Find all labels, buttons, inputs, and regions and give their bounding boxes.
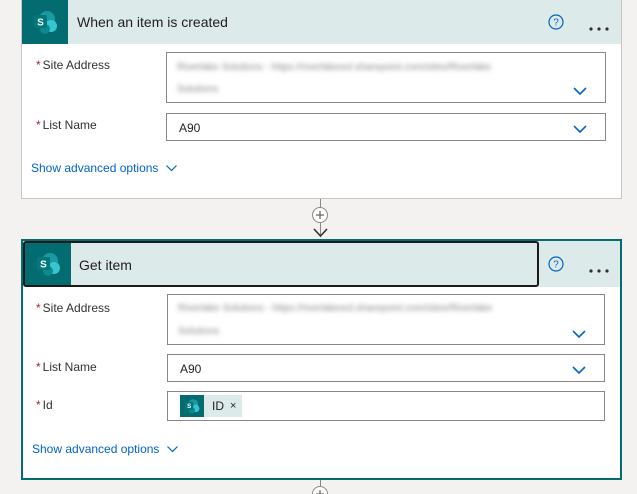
- site-address-value-line1: Riverlake Solutions - https://riverlakes…: [178, 303, 493, 314]
- chevron-down-icon: [167, 445, 179, 452]
- chevron-down-icon[interactable]: [572, 328, 586, 339]
- required-marker: *: [36, 360, 41, 374]
- required-marker: *: [36, 58, 41, 72]
- get-item-card-header[interactable]: S Get item ?: [23, 241, 620, 287]
- chevron-down-icon: [166, 164, 178, 171]
- required-marker: *: [36, 301, 41, 315]
- chevron-down-icon[interactable]: [573, 123, 587, 134]
- chevron-down-icon[interactable]: [573, 85, 587, 96]
- plus-icon[interactable]: [312, 207, 328, 223]
- sharepoint-icon: S: [180, 395, 204, 417]
- site-address-label: * Site Address: [36, 301, 111, 315]
- id-input[interactable]: S ID ×: [167, 391, 605, 421]
- more-ellipsis-icon[interactable]: [588, 261, 610, 273]
- connector-arrow-icon: [313, 228, 328, 238]
- list-name-value: A90: [179, 121, 201, 135]
- trigger-card: S When an item is created ? * Site Addre…: [21, 0, 622, 199]
- sharepoint-icon: S: [25, 243, 71, 285]
- plus-icon[interactable]: [312, 486, 328, 494]
- svg-text:?: ?: [553, 260, 559, 271]
- site-address-value-line2: Solutions: [178, 326, 220, 337]
- get-item-card: S Get item ? * Site Address Riverlake So…: [21, 239, 622, 480]
- site-address-dropdown[interactable]: Riverlake Solutions - https://riverlakes…: [167, 294, 605, 345]
- list-name-label: * List Name: [36, 118, 97, 132]
- connector-line-top: [320, 199, 321, 207]
- list-name-value: A90: [180, 362, 202, 376]
- help-circle-icon[interactable]: ?: [548, 256, 564, 272]
- svg-text:S: S: [187, 403, 191, 410]
- sharepoint-icon: S: [22, 0, 68, 44]
- trigger-card-header[interactable]: S When an item is created ?: [22, 0, 621, 44]
- show-advanced-options-link[interactable]: Show advanced options: [32, 442, 179, 456]
- help-circle-icon[interactable]: ?: [548, 14, 564, 30]
- site-address-dropdown[interactable]: Riverlake Solutions - https://riverlakes…: [166, 52, 606, 103]
- list-name-label: * List Name: [36, 360, 97, 374]
- svg-text:?: ?: [553, 18, 559, 29]
- svg-text:S: S: [40, 260, 47, 271]
- required-marker: *: [36, 398, 41, 412]
- id-token-label: ID: [212, 399, 224, 413]
- list-name-dropdown[interactable]: A90: [166, 113, 606, 141]
- site-address-value-line2: Solutions: [177, 84, 219, 95]
- get-item-header-focus[interactable]: S Get item: [23, 241, 539, 287]
- required-marker: *: [36, 118, 41, 132]
- chevron-down-icon[interactable]: [572, 364, 586, 375]
- list-name-dropdown[interactable]: A90: [167, 354, 605, 382]
- trigger-title: When an item is created: [77, 14, 228, 30]
- get-item-title: Get item: [79, 257, 132, 273]
- id-label: * Id: [36, 398, 53, 412]
- id-dynamic-token[interactable]: S ID ×: [180, 395, 243, 417]
- show-advanced-options-link[interactable]: Show advanced options: [31, 161, 178, 175]
- flow-designer-canvas: S When an item is created ? * Site Addre…: [0, 0, 637, 494]
- site-address-label: * Site Address: [36, 58, 111, 72]
- close-icon[interactable]: ×: [228, 400, 242, 412]
- more-ellipsis-icon[interactable]: [588, 19, 610, 31]
- svg-text:S: S: [37, 18, 44, 29]
- site-address-value-line1: Riverlake Solutions - https://riverlakes…: [177, 62, 492, 73]
